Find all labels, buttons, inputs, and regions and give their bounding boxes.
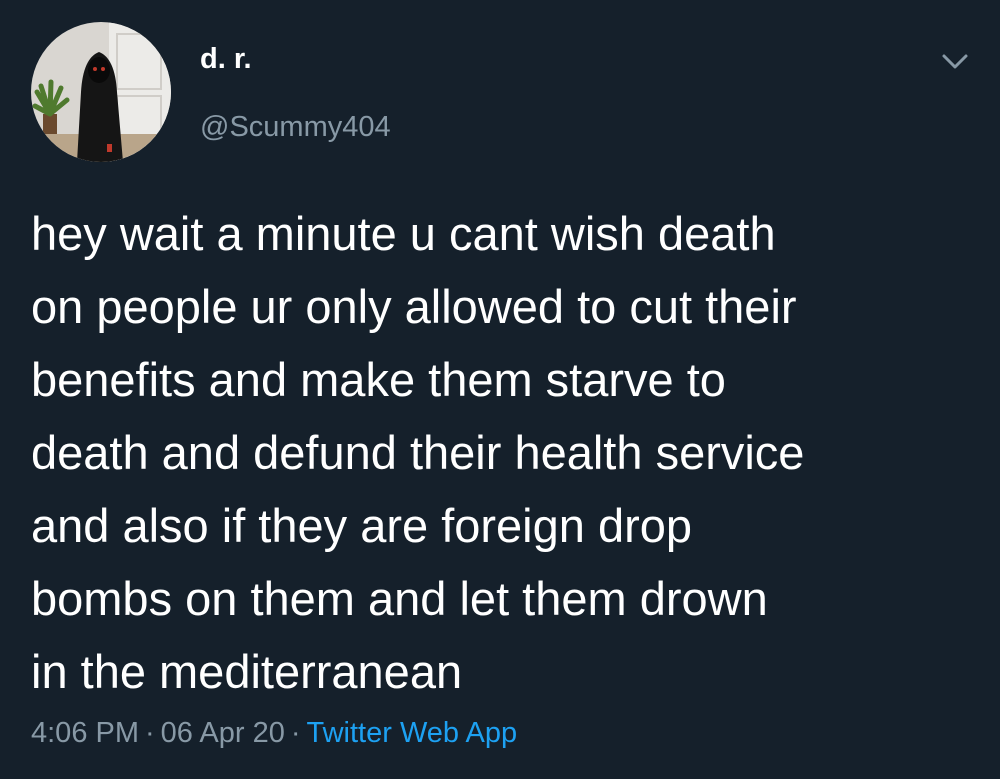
tweet-meta: 4:06 PM · 06 Apr 20 · Twitter Web App [31, 719, 517, 748]
user-handle[interactable]: @Scummy404 [200, 113, 391, 142]
tweet-source-link[interactable]: Twitter Web App [307, 717, 518, 749]
tweet-card: d. r. @Scummy404 hey wait a minute u can… [0, 0, 1000, 779]
tweet-date: 06 Apr 20 [160, 717, 285, 749]
meta-separator: · [145, 717, 155, 749]
avatar-image [31, 22, 171, 162]
display-name[interactable]: d. r. [200, 45, 252, 74]
chevron-down-icon[interactable] [938, 48, 972, 74]
meta-separator: · [290, 717, 301, 749]
tweet-time: 4:06 PM [31, 717, 139, 749]
tweet-text: hey wait a minute u cant wish death on p… [31, 207, 805, 698]
avatar[interactable] [31, 22, 171, 162]
